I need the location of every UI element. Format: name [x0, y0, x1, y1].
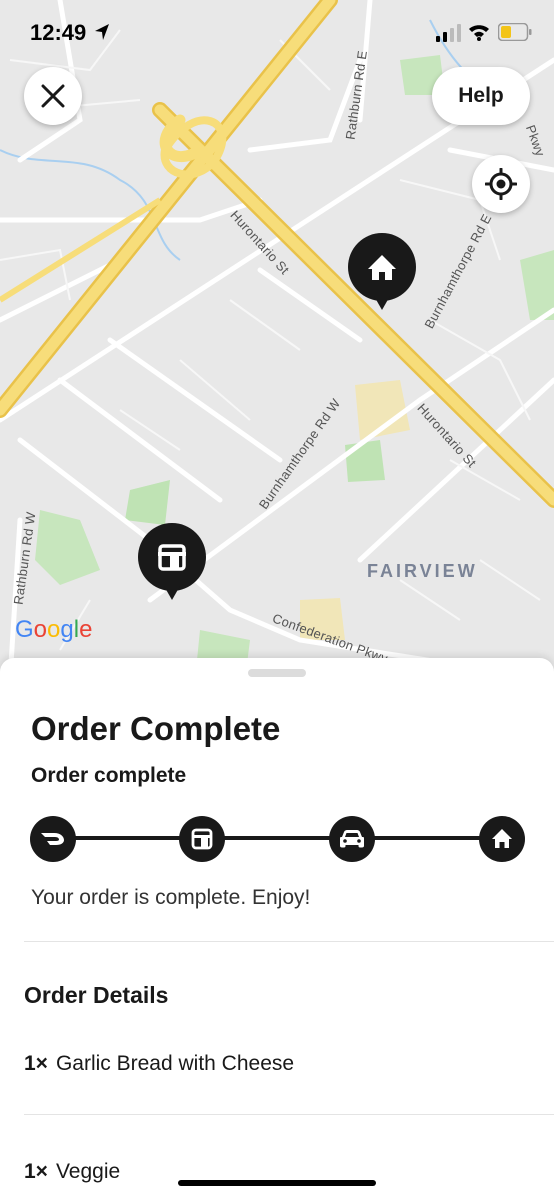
location-arrow-icon — [95, 24, 109, 40]
cellular-signal-icon — [436, 24, 461, 42]
order-details-heading: Order Details — [24, 982, 169, 1008]
divider — [24, 941, 554, 942]
crosshair-icon — [485, 168, 517, 200]
order-item: 1× Veggie — [24, 1160, 120, 1184]
order-status-subtitle: Order complete — [31, 764, 187, 787]
progress-line — [50, 836, 505, 840]
car-icon — [329, 816, 375, 862]
dasher-logo-icon — [30, 816, 76, 862]
home-indicator[interactable] — [178, 1180, 376, 1186]
battery-icon — [498, 23, 532, 41]
google-logo: Google — [15, 616, 93, 643]
home-pin-marker[interactable] — [347, 232, 417, 314]
order-item-name: Garlic Bread with Cheese — [55, 1052, 295, 1075]
order-progress-tracker — [30, 814, 525, 862]
order-item: 1× Garlic Bread with Cheese — [24, 1052, 294, 1076]
order-status-title: Order Complete — [31, 710, 281, 747]
help-button[interactable]: Help — [432, 67, 530, 125]
wifi-icon — [469, 25, 489, 41]
order-status-message: Your order is complete. Enjoy! — [31, 886, 311, 909]
order-item-name: Veggie — [55, 1160, 121, 1183]
sheet-grabber-handle[interactable] — [248, 669, 306, 677]
store-pin-icon — [138, 523, 206, 600]
close-button[interactable] — [24, 67, 82, 125]
store-pin-marker[interactable] — [137, 522, 207, 604]
map-label-fairview: FAIRVIEW — [367, 561, 478, 581]
status-time: 12:49 — [30, 20, 87, 45]
order-item-quantity: 1× — [24, 1160, 48, 1183]
home-pin-icon — [348, 233, 416, 310]
store-icon — [179, 816, 225, 862]
home-icon — [479, 816, 525, 862]
divider — [24, 1114, 554, 1115]
map-view[interactable]: Rathburn Rd E Hurontario St Burnhamthorp… — [0, 0, 554, 680]
order-status-sheet: Order Complete Order complete Your order… — [0, 658, 554, 1200]
close-icon — [41, 84, 65, 108]
status-bar: 12:49 — [0, 0, 554, 66]
recenter-location-button[interactable] — [472, 155, 530, 213]
order-item-quantity: 1× — [24, 1052, 48, 1075]
